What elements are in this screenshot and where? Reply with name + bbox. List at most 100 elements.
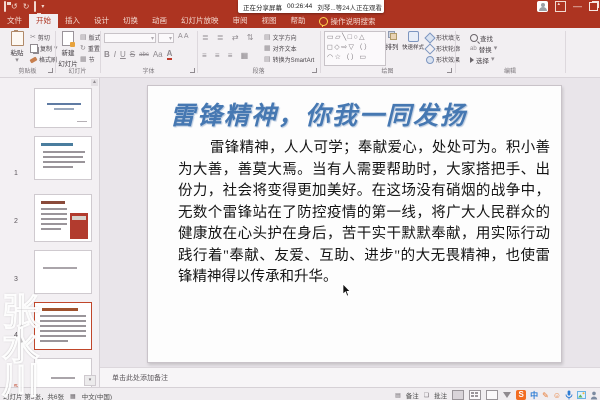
notes-placeholder[interactable]: 单击此处添加备注 <box>112 373 168 383</box>
notes-toggle[interactable]: 备注 <box>406 390 419 400</box>
alignment-icons[interactable]: ≡ ≡ ≡ ▦ <box>202 51 251 60</box>
bold-button[interactable]: B <box>104 50 110 60</box>
start-slideshow-icon[interactable] <box>34 1 36 13</box>
slide-thumbnail-3[interactable] <box>34 194 92 242</box>
slide-thumbnail-4[interactable] <box>34 250 92 294</box>
undo-icon[interactable]: ↺ <box>11 1 18 13</box>
ime-chinese-mode-icon[interactable]: 中 <box>530 390 538 400</box>
text-direction-button[interactable]: ▤ 文字方向 <box>264 33 297 42</box>
chevron-down-icon: ▾ <box>15 58 19 64</box>
dialog-launcher-icon[interactable] <box>312 68 317 73</box>
language-indicator[interactable]: 中文(中国) <box>82 391 112 400</box>
thumb-number: 3 <box>14 276 18 283</box>
layout-button[interactable]: ▤ 版式 <box>80 33 101 42</box>
tab-animations[interactable]: 动画 <box>145 14 174 28</box>
spellcheck-icon[interactable]: ▦ <box>70 393 76 400</box>
thumbnail-image <box>70 213 88 239</box>
find-button[interactable]: 查找 <box>470 33 493 43</box>
ime-person-icon[interactable] <box>590 391 598 400</box>
restore-icon[interactable] <box>589 2 598 11</box>
reset-button[interactable]: ↻ 重置 <box>80 44 100 53</box>
slide-body-text[interactable]: 雷锋精神，人人可学；奉献爱心，处处可为。积小善为大善，善莫大焉。当有人需要帮助时… <box>178 138 550 289</box>
dialog-launcher-icon[interactable] <box>190 68 195 73</box>
convert-smartart-button[interactable]: ▤ 转换为SmartArt <box>264 55 314 64</box>
share-viewers: 刘琴...等24人正在观看 <box>317 2 382 12</box>
comments-toggle[interactable]: 批注 <box>434 390 447 400</box>
bullets-numbering-icons[interactable]: ≣ ≣ ⇄ ⇅ <box>202 33 256 42</box>
quick-styles-icon <box>408 31 419 42</box>
replace-button[interactable]: ab 替换 ▾ <box>470 44 497 54</box>
tab-file[interactable]: 文件 <box>0 14 29 28</box>
italic-button[interactable]: I <box>114 50 116 60</box>
tab-home[interactable]: 开始 <box>29 14 58 28</box>
chevron-down-icon: ▾ <box>491 57 495 63</box>
font-grow-shrink[interactable]: A A <box>178 33 189 40</box>
group-label-editing: 编辑 <box>455 66 565 75</box>
cut-icon: ✂ <box>30 35 36 41</box>
slide-sorter-view-button[interactable] <box>469 390 481 400</box>
slide-editor-area: 雷锋精神，你我一同发扬 雷锋精神，人人可学；奉献爱心，处处可为。积小善为大善，善… <box>100 78 600 367</box>
normal-view-button[interactable] <box>452 390 464 400</box>
section-button[interactable]: ▦ 节 <box>80 55 95 64</box>
font-size-combo[interactable]: ▾ <box>158 33 174 43</box>
tab-review[interactable]: 审阅 <box>226 14 255 28</box>
text-direction-icon: ▤ <box>264 35 271 41</box>
account-avatar[interactable] <box>537 1 548 12</box>
underline-button[interactable]: U <box>120 50 126 60</box>
chevron-down-icon: ▾ <box>494 46 498 52</box>
arrange-button[interactable]: 排列 <box>383 31 401 51</box>
customize-qat-icon[interactable]: ▾ <box>41 1 44 13</box>
shapes-gallery[interactable]: ▭▱╲□○△ ◻◇⇨▽（） ◠☆（）▭ <box>324 31 386 66</box>
slide-title[interactable]: 雷锋精神，你我一同发扬 <box>170 96 550 132</box>
select-button[interactable]: 选择 ▾ <box>470 55 495 65</box>
notes-splitter-toggle[interactable]: ▾ <box>84 375 96 386</box>
ime-pen-icon[interactable]: ✎ <box>542 391 549 400</box>
tab-transitions[interactable]: 切换 <box>116 14 145 28</box>
current-slide-canvas[interactable]: 雷锋精神，你我一同发扬 雷锋精神，人人可学；奉献爱心，处处可为。积小善为大善，善… <box>147 85 562 363</box>
cut-button[interactable]: ✂ 剪切 <box>30 33 50 42</box>
tab-design[interactable]: 设计 <box>87 14 116 28</box>
format-painter-button[interactable]: 格式刷 <box>30 55 57 64</box>
tab-help[interactable]: 帮助 <box>284 14 313 28</box>
thumb-number: 1 <box>14 170 18 177</box>
minimize-icon[interactable]: — <box>573 1 582 12</box>
slide-thumbnail-2[interactable] <box>34 136 92 180</box>
tab-insert[interactable]: 插入 <box>58 14 87 28</box>
copy-icon <box>30 44 38 53</box>
save-icon[interactable] <box>4 1 6 13</box>
slideshow-view-button[interactable] <box>503 392 511 398</box>
quick-styles-button[interactable]: 快速样式 <box>402 31 424 51</box>
character-case-button[interactable]: Aa <box>153 50 163 60</box>
reading-view-button[interactable] <box>486 390 498 400</box>
repeat-icon[interactable]: ↻ <box>23 1 30 13</box>
copy-button[interactable]: 复制 ▾ <box>30 44 58 53</box>
slide-thumbnail-1[interactable] <box>34 88 92 128</box>
paste-button[interactable]: 粘贴 ▾ <box>6 31 28 64</box>
screen-share-banner[interactable]: 正在分享屏幕 00:26:44 刘琴...等24人正在观看 <box>238 0 384 13</box>
ime-mic-icon[interactable] <box>565 390 573 400</box>
font-color-button[interactable]: A <box>167 50 173 60</box>
ribbon-display-options-icon[interactable] <box>555 1 566 12</box>
sogou-logo-icon[interactable]: S <box>516 390 526 400</box>
window-controls: — <box>537 1 598 12</box>
tab-slideshow[interactable]: 幻灯片放映 <box>174 14 226 28</box>
tell-me-search[interactable]: 操作说明搜索 <box>313 14 376 28</box>
ime-image-icon[interactable] <box>577 391 586 399</box>
dialog-launcher-icon[interactable] <box>48 68 53 73</box>
tab-view[interactable]: 视图 <box>255 14 284 28</box>
clear-format-button[interactable]: abc <box>139 50 149 60</box>
new-slide-button[interactable]: 新建 幻灯片 <box>58 31 78 68</box>
notes-pane[interactable]: 单击此处添加备注 <box>100 367 600 387</box>
dialog-launcher-icon[interactable] <box>447 68 452 73</box>
align-text-button[interactable]: ▦ 对齐文本 <box>264 44 297 53</box>
shape-outline-icon <box>424 43 435 54</box>
chevron-down-icon: ▾ <box>151 35 154 42</box>
titlebar: ↺ ↻ ▾ 正在分享屏幕 00:26:44 刘琴...等24人正在观看 — <box>0 0 600 14</box>
slide-thumbnail-5-selected[interactable] <box>34 302 92 350</box>
strikethrough-button[interactable]: S <box>130 50 135 60</box>
mouse-cursor <box>342 284 351 297</box>
ime-emoji-icon[interactable]: ☺ <box>553 391 561 400</box>
scrollbar-up-icon[interactable]: ▲ <box>91 79 98 86</box>
font-name-combo[interactable]: ▾ <box>104 33 156 43</box>
group-separator <box>565 31 566 73</box>
